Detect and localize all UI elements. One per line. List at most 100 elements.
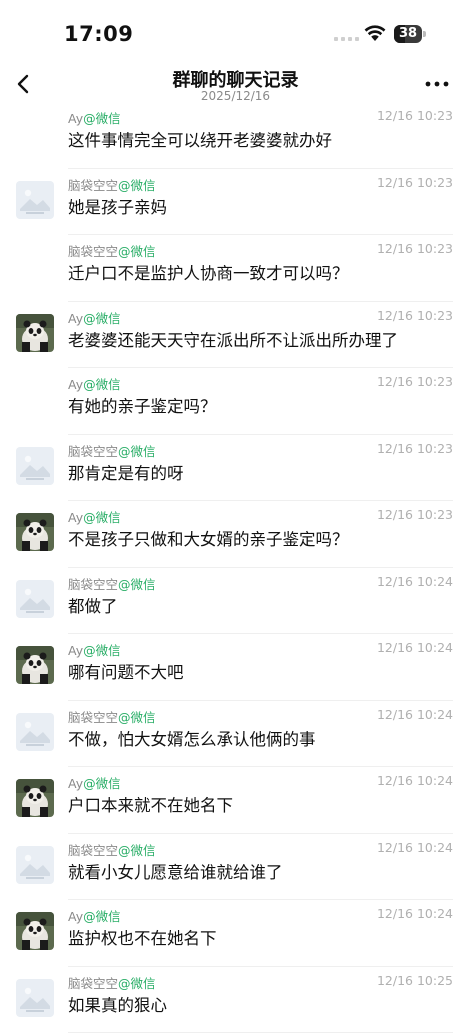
sender-name: 脑袋空空@微信 (68, 175, 156, 194)
message-timestamp: 12/16 10:23 (377, 175, 453, 190)
message-text: 都做了 (68, 593, 118, 617)
sender-source-tag: @微信 (118, 976, 156, 991)
sender-name: Ay@微信 (68, 507, 121, 526)
status-time: 17:09 (64, 22, 133, 46)
message-text: 不做，怕大女婿怎么承认他俩的事 (68, 726, 316, 750)
sender-name: 脑袋空空@微信 (68, 574, 156, 593)
sender-source-tag: @微信 (118, 244, 156, 259)
panda-avatar (16, 912, 54, 950)
avatar[interactable] (16, 580, 54, 618)
sender-source-tag: @微信 (83, 111, 121, 126)
sender-nickname: Ay (68, 111, 83, 126)
avatar[interactable] (16, 846, 54, 884)
more-button[interactable] (420, 70, 454, 98)
image-placeholder-icon (16, 713, 54, 751)
image-placeholder-icon (16, 846, 54, 884)
panda-avatar (16, 314, 54, 352)
message-timestamp: 12/16 10:23 (377, 241, 453, 256)
message-text: 这件事情完全可以绕开老婆婆就办好 (68, 127, 332, 151)
message-timestamp: 12/16 10:24 (377, 906, 453, 921)
sender-source-tag: @微信 (118, 843, 156, 858)
sender-nickname: Ay (68, 311, 83, 326)
message-item[interactable]: 脑袋空空@微信12/16 10:25如果真的狠心 (0, 967, 471, 1033)
sender-name: Ay@微信 (68, 308, 121, 327)
sender-name: 脑袋空空@微信 (68, 707, 156, 726)
message-item[interactable]: 脑袋空空@微信12/16 10:24就看小女儿愿意给谁就给谁了 (0, 834, 471, 901)
message-text: 哪有问题不大吧 (68, 659, 184, 683)
message-item[interactable]: 脑袋空空@微信 12/16 10:23 那肯定是有的呀 (0, 435, 471, 502)
avatar[interactable] (16, 513, 54, 551)
sender-source-tag: @微信 (83, 909, 121, 924)
sender-nickname: 脑袋空空 (68, 577, 118, 592)
sender-source-tag: @微信 (83, 510, 121, 525)
message-item[interactable]: Ay@微信12/16 10:24哪有问题不大吧 (0, 634, 471, 701)
message-text: 老婆婆还能天天守在派出所不让派出所办理了 (68, 327, 398, 351)
sender-source-tag: @微信 (83, 643, 121, 658)
avatar[interactable] (16, 912, 54, 950)
avatar[interactable] (16, 181, 54, 219)
message-timestamp: 12/16 10:23 (377, 507, 453, 522)
message-timestamp: 12/16 10:24 (377, 707, 453, 722)
panda-avatar (16, 513, 54, 551)
sender-nickname: Ay (68, 377, 83, 392)
message-timestamp: 12/16 10:24 (377, 574, 453, 589)
sender-name: 脑袋空空@微信 (68, 840, 156, 859)
message-text: 监护权也不在她名下 (68, 925, 217, 949)
sender-name: 脑袋空空@微信 (68, 973, 156, 992)
sender-nickname: Ay (68, 909, 83, 924)
sender-name: Ay@微信 (68, 374, 121, 393)
more-dots-icon (420, 70, 454, 98)
page-subtitle-date: 2025/12/16 (0, 89, 471, 103)
message-item[interactable]: 脑袋空空@微信 12/16 10:23 她是孩子亲妈 (0, 169, 471, 236)
avatar[interactable] (16, 979, 54, 1017)
sender-nickname: 脑袋空空 (68, 178, 118, 193)
panda-avatar (16, 779, 54, 817)
sender-nickname: Ay (68, 643, 83, 658)
panda-avatar (16, 646, 54, 684)
sender-source-tag: @微信 (118, 577, 156, 592)
avatar[interactable] (16, 314, 54, 352)
message-item[interactable]: Ay@微信12/16 10:23有她的亲子鉴定吗？ (0, 368, 471, 435)
status-bar: 17:09 38 (0, 0, 471, 62)
message-timestamp: 12/16 10:23 (377, 441, 453, 456)
sender-name: 脑袋空空@微信 (68, 241, 156, 260)
sender-name: 脑袋空空@微信 (68, 441, 156, 460)
message-item[interactable]: Ay@微信 12/16 10:23 不是孩子只做和大女婿的亲子鉴定吗？ (0, 501, 471, 568)
sender-name: Ay@微信 (68, 108, 121, 127)
battery-level: 38 (394, 25, 422, 43)
wifi-icon (364, 24, 386, 42)
image-placeholder-icon (16, 580, 54, 618)
sender-source-tag: @微信 (118, 444, 156, 459)
sender-name: Ay@微信 (68, 640, 121, 659)
message-item[interactable]: 脑袋空空@微信 12/16 10:24 不做，怕大女婿怎么承认他俩的事 (0, 701, 471, 768)
sender-source-tag: @微信 (83, 377, 121, 392)
avatar[interactable] (16, 447, 54, 485)
cellular-signal-icon (334, 37, 359, 41)
message-timestamp: 12/16 10:23 (377, 308, 453, 323)
sender-name: Ay@微信 (68, 906, 121, 925)
message-item[interactable]: Ay@微信 12/16 10:24 监护权也不在她名下 (0, 900, 471, 967)
image-placeholder-icon (16, 181, 54, 219)
message-item[interactable]: Ay@微信12/16 10:24户口本来就不在她名下 (0, 767, 471, 834)
message-timestamp: 12/16 10:24 (377, 840, 453, 855)
message-item[interactable]: 脑袋空空@微信12/16 10:23迁户口不是监护人协商一致才可以吗？ (0, 235, 471, 302)
sender-nickname: 脑袋空空 (68, 710, 118, 725)
sender-source-tag: @微信 (83, 311, 121, 326)
sender-nickname: 脑袋空空 (68, 843, 118, 858)
message-text: 她是孩子亲妈 (68, 194, 167, 218)
message-timestamp: 12/16 10:23 (377, 374, 453, 389)
sender-source-tag: @微信 (118, 178, 156, 193)
message-item[interactable]: Ay@微信 12/16 10:23 老婆婆还能天天守在派出所不让派出所办理了 (0, 302, 471, 369)
message-text: 不是孩子只做和大女婿的亲子鉴定吗？ (68, 526, 349, 550)
message-item[interactable]: Ay@微信12/16 10:23这件事情完全可以绕开老婆婆就办好 (0, 102, 471, 169)
avatar[interactable] (16, 646, 54, 684)
message-timestamp: 12/16 10:25 (377, 973, 453, 988)
message-text: 那肯定是有的呀 (68, 460, 184, 484)
battery-indicator: 38 (394, 25, 426, 43)
message-item[interactable]: 脑袋空空@微信 12/16 10:24 都做了 (0, 568, 471, 635)
message-list: Ay@微信12/16 10:23这件事情完全可以绕开老婆婆就办好脑袋空空@微信1… (0, 102, 471, 1033)
sender-nickname: Ay (68, 510, 83, 525)
avatar[interactable] (16, 713, 54, 751)
sender-nickname: Ay (68, 776, 83, 791)
avatar[interactable] (16, 779, 54, 817)
